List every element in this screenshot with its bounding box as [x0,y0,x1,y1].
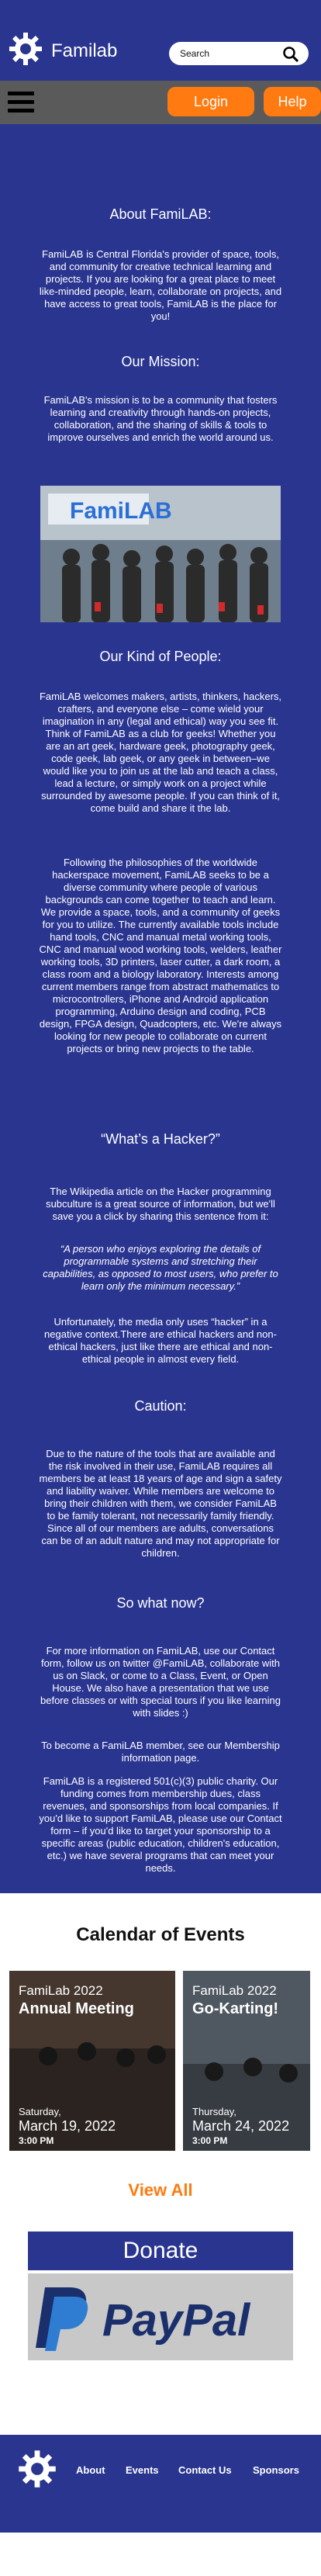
help-button[interactable]: Help [264,87,321,116]
paypal-button[interactable]: PayPal [28,2273,293,2360]
event-date: March 24, 2022 [192,2118,290,2134]
donate-button[interactable]: Donate [28,2231,293,2270]
sowhat-heading: So what now? [116,1595,205,1611]
event-time: 3:00 PM [19,2135,54,2146]
hacker-heading: “What’s a Hacker?” [101,1131,220,1147]
hacker-quote: “A person who enjoys exploring the detai… [43,1243,278,1292]
mission-text: FamiLAB's mission is to be a community t… [43,394,278,443]
sowhat-text-1: For more information on FamiLAB, use our… [40,1645,281,1719]
event-card[interactable]: FamiLab 2022 Annual Meeting Saturday, Ma… [9,1971,175,2151]
search-icon[interactable] [282,46,299,63]
hamburger-menu-icon[interactable] [8,87,34,118]
event-org: FamiLab 2022 [192,1983,277,1998]
gear-logo-icon[interactable] [8,31,43,67]
footer-link-events[interactable]: Events [126,2464,159,2476]
event-day: Thursday, [192,2106,236,2117]
paypal-logo-icon: PayPal [36,2287,251,2351]
footer-link-contact[interactable]: Contact Us [178,2464,232,2476]
hacker-text: The Wikipedia article on the Hacker prog… [46,1186,275,1222]
caution-heading: Caution: [134,1398,187,1414]
footer-link-sponsors[interactable]: Sponsors [253,2464,299,2476]
sowhat-text-3: FamiLAB is a registered 501(c)(3) public… [39,1775,282,1874]
mission-heading: Our Mission: [121,354,200,369]
paypal-wordmark: PayPal [102,2295,251,2346]
event-title: Go-Karting! [192,2000,279,2017]
group-photo: FamiLAB [40,486,281,622]
people-heading: Our Kind of People: [99,649,222,664]
event-day: Saturday, [19,2106,61,2117]
about-heading: About FamiLAB: [109,206,212,222]
hacker-text-2: Unfortunately, the media only uses “hack… [44,1316,277,1365]
login-button[interactable]: Login [167,87,254,116]
footer-link-about[interactable]: About [76,2464,105,2476]
search-placeholder: Search [180,48,210,59]
photo-sign-text: FamiLAB [70,498,172,524]
site-header [0,0,321,81]
brand-name[interactable]: Familab [51,40,117,62]
people-text-2: Following the philosophies of the worldw… [39,857,282,1054]
footer-gear-logo-icon[interactable] [17,2449,57,2489]
event-title: Annual Meeting [19,2000,134,2017]
caution-text: Due to the nature of the tools that are … [39,1448,282,1559]
event-time: 3:00 PM [192,2135,228,2146]
search-input[interactable]: Search [169,42,309,65]
about-text: FamiLAB is Central Florida's provider of… [39,248,282,322]
view-all-link[interactable]: View All [0,2180,321,2200]
event-org: FamiLab 2022 [19,1983,103,1998]
event-date: March 19, 2022 [19,2118,116,2134]
people-text-1: FamiLAB welcomes makers, artists, thinke… [39,691,282,814]
calendar-heading: Calendar of Events [76,1924,245,1945]
event-card[interactable]: FamiLab 2022 Go-Karting! Thursday, March… [183,1971,310,2151]
sowhat-text-2: To become a FamiLAB member, see our Memb… [41,1740,280,1764]
